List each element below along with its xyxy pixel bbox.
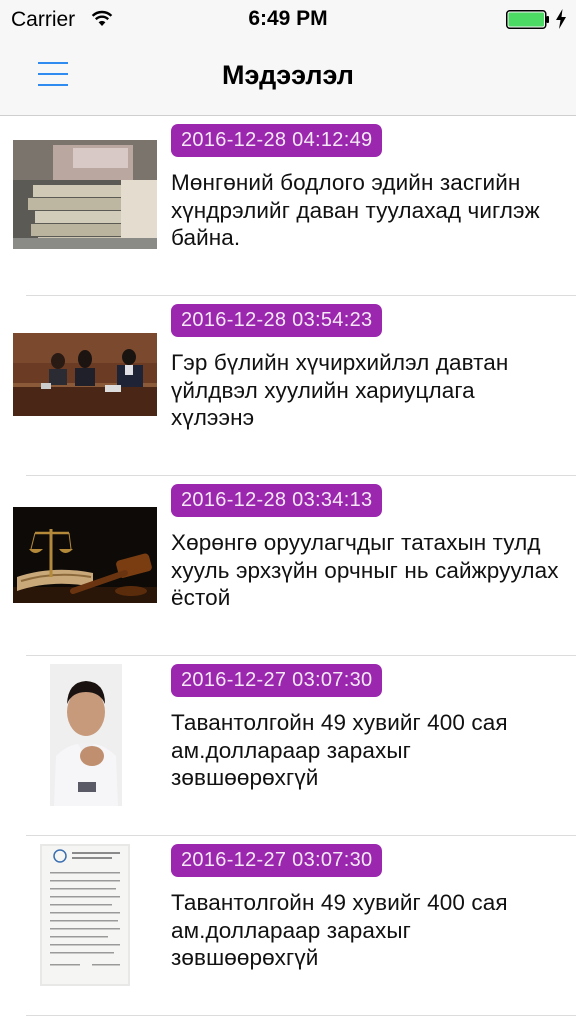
- money-stack-thumbnail: [13, 140, 157, 249]
- news-title: Тавантолгойн 49 хувийг 400 сая ам.доллар…: [171, 890, 508, 970]
- news-item[interactable]: 2016-12-28 04:12:49 Мөнгөний бодлого эди…: [0, 116, 576, 296]
- portrait-thumbnail: [50, 664, 122, 806]
- news-item[interactable]: 2016-12-27 03:07:30 Тавантолгойн 49 хуви…: [0, 656, 576, 836]
- news-item[interactable]: 2016-12-28 03:34:13 Хөрөнгө оруулагчдыг …: [0, 476, 576, 656]
- charging-icon: [556, 9, 566, 29]
- battery-icon: [506, 10, 549, 29]
- clock: 6:49 PM: [248, 7, 328, 30]
- news-title: Гэр бүлийн хүчирхийлэл давтан үйлдвэл ху…: [171, 350, 509, 430]
- news-title: Хөрөнгө оруулагчдыг татахын тулд хууль э…: [171, 530, 559, 610]
- divider: [26, 1015, 576, 1016]
- document-thumbnail: [40, 844, 130, 986]
- gavel-scales-thumbnail: [13, 507, 157, 603]
- date-badge: 2016-12-28 03:34:13: [171, 484, 383, 517]
- news-item[interactable]: 2016-12-27 03:07:30 Тавантолгойн 49 хуви…: [0, 836, 576, 1016]
- news-item[interactable]: 2016-12-28 03:54:23 Гэр бүлийн хүчирхийл…: [0, 296, 576, 476]
- date-badge: 2016-12-28 03:54:23: [171, 304, 383, 337]
- navigation-bar: Мэдээлэл: [0, 40, 576, 116]
- parliament-meeting-thumbnail: [13, 333, 157, 416]
- date-badge: 2016-12-28 04:12:49: [171, 124, 383, 157]
- news-title: Тавантолгойн 49 хувийг 400 сая ам.доллар…: [171, 710, 508, 790]
- news-title: Мөнгөний бодлого эдийн засгийн хүндрэлий…: [171, 170, 540, 250]
- date-badge: 2016-12-27 03:07:30: [171, 844, 383, 877]
- menu-button[interactable]: [28, 54, 76, 94]
- hamburger-icon: [38, 62, 68, 86]
- status-bar: Carrier 6:49 PM: [0, 0, 576, 40]
- date-badge: 2016-12-27 03:07:30: [171, 664, 383, 697]
- page-title: Мэдээлэл: [222, 60, 354, 90]
